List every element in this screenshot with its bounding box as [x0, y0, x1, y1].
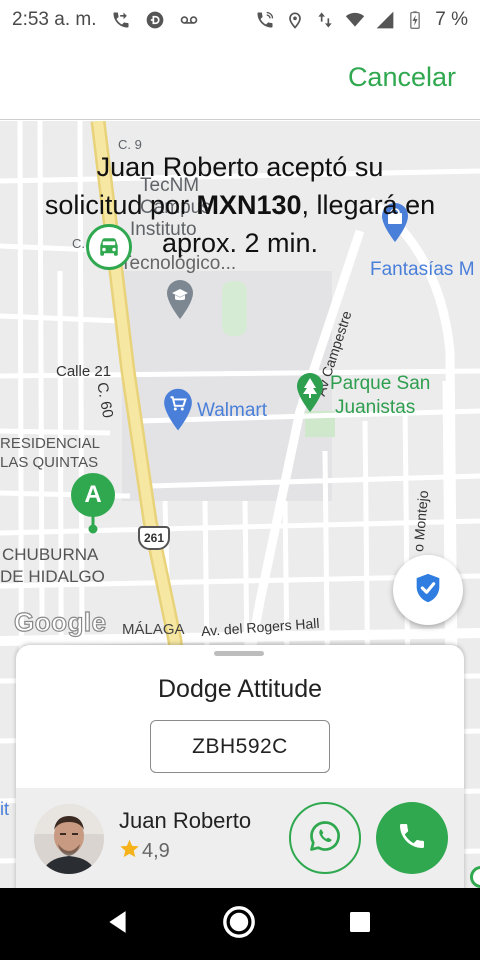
- message-price: MXN130: [196, 190, 302, 220]
- map-label-las-quintas: LAS QUINTAS: [0, 454, 99, 471]
- screen: 2:53 a. m. 7 % Cancelar C. 9 TecNM Campu…: [0, 0, 480, 960]
- shield-check-icon: [411, 571, 445, 610]
- pickup-pin-a[interactable]: A: [71, 473, 115, 517]
- shopping-pin-icon: [162, 387, 194, 431]
- status-right: 7 %: [255, 9, 468, 31]
- home-circle-icon: [222, 905, 256, 944]
- message-line-2-suffix: , llegará en: [301, 190, 436, 220]
- pickup-pin-letter: A: [84, 481, 102, 508]
- rating-value: 4,9: [142, 840, 170, 862]
- map-label-malaga: MÁLAGA: [122, 621, 185, 638]
- route-shield-icon: 261: [138, 526, 170, 550]
- safety-shield-button[interactable]: [393, 555, 463, 625]
- back-triangle-icon: [105, 909, 131, 940]
- whatsapp-icon: [307, 818, 343, 859]
- system-nav-bar: [0, 888, 480, 960]
- cancel-button[interactable]: Cancelar: [348, 62, 456, 93]
- message-line-1: Juan Roberto aceptó su: [96, 152, 384, 182]
- map-label-chuburna: CHUBURNA: [2, 545, 99, 564]
- signal-icon: [375, 10, 395, 30]
- battery-percent: 7 %: [435, 9, 468, 30]
- phone-forward-icon: [111, 10, 131, 30]
- driver-name: Juan Roberto: [119, 808, 252, 833]
- message-line-3: aprox. 2 min.: [161, 228, 319, 258]
- poi-parque-1[interactable]: Parque San: [330, 373, 430, 395]
- phone-icon: [396, 820, 428, 857]
- message-line-2: solicitud por MXN130, llegará en: [0, 186, 480, 224]
- poi-fantasias[interactable]: Fantasías M: [370, 259, 475, 281]
- whatsapp-button[interactable]: [289, 802, 361, 874]
- education-pin-icon: [165, 279, 195, 319]
- acceptance-message: Juan Roberto aceptó su solicitud por MXN…: [0, 148, 480, 262]
- recents-square-icon: [348, 910, 372, 939]
- star-icon: [119, 838, 140, 865]
- route-number: 261: [143, 531, 165, 545]
- location-icon: [285, 10, 305, 30]
- poi-parque-2[interactable]: Juanistas: [335, 397, 415, 419]
- park-pin-icon: [295, 371, 325, 413]
- map-label-de-hidalgo: DE HIDALGO: [0, 567, 105, 586]
- status-time: 2:53 a. m.: [12, 9, 97, 30]
- poi-walmart[interactable]: Walmart: [197, 400, 267, 422]
- data-transfer-icon: [315, 10, 335, 30]
- map-label-calle21: Calle 21: [56, 363, 112, 380]
- vehicle-model: Dodge Attitude: [157, 675, 322, 703]
- voicemail-icon: [179, 10, 199, 30]
- sheet-drag-handle[interactable]: [214, 651, 264, 656]
- trip-sheet: Dodge Attitude ZBH592C Juan Roberto 4,9: [16, 645, 464, 905]
- map-label-residencial: RESIDENCIAL: [0, 435, 101, 452]
- google-logo: Google: [13, 606, 107, 637]
- driver-rating: 4,9: [119, 838, 170, 865]
- message-line-2-prefix: solicitud por: [44, 190, 197, 220]
- nav-recents-button[interactable]: [340, 904, 380, 944]
- license-plate: ZBH592C: [150, 720, 330, 773]
- wifi-icon: [345, 10, 365, 30]
- battery-charging-icon: [405, 10, 425, 30]
- data-saver-icon: [145, 10, 165, 30]
- nav-home-button[interactable]: [219, 904, 259, 944]
- driver-avatar: [34, 804, 104, 874]
- map-label-it: it: [0, 799, 9, 819]
- nav-back-button[interactable]: [98, 904, 138, 944]
- call-button[interactable]: [376, 802, 448, 874]
- call-icon: [255, 10, 275, 30]
- status-left: 2:53 a. m.: [12, 9, 199, 31]
- status-bar: 2:53 a. m. 7 %: [0, 0, 480, 40]
- header: Cancelar: [0, 40, 480, 120]
